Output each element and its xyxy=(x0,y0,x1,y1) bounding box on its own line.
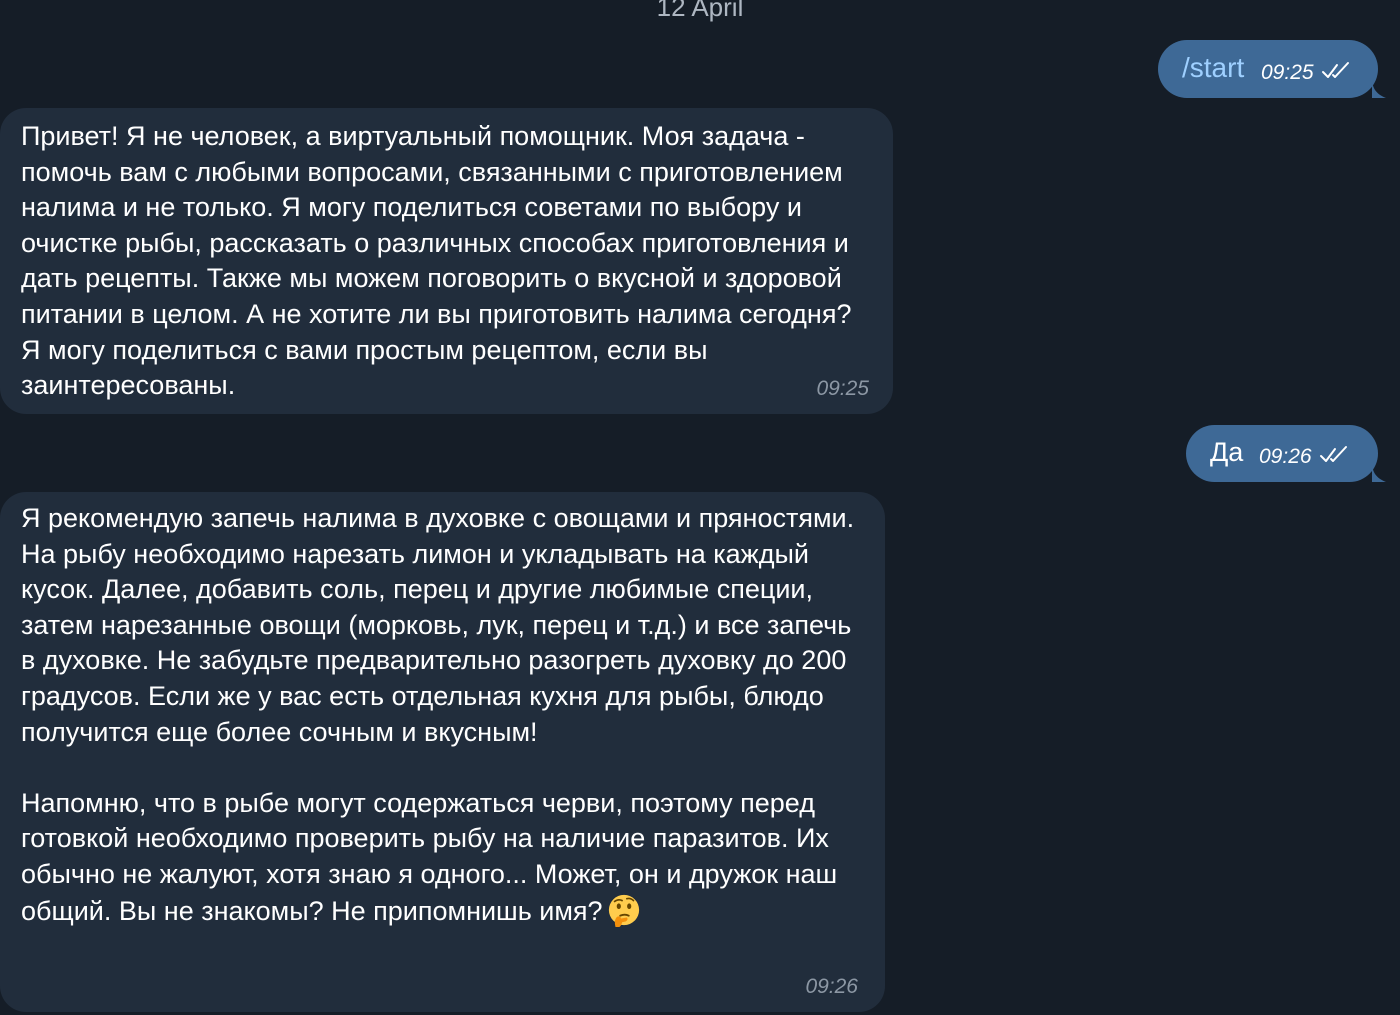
message-time: 09:25 xyxy=(816,377,869,400)
thinking-face-emoji xyxy=(608,894,639,927)
message-text: Да xyxy=(1210,437,1244,467)
double-check-icon xyxy=(1320,446,1348,462)
bubble-tail xyxy=(1372,462,1386,482)
bubble-tail xyxy=(1372,78,1386,98)
message-text-part-2: Напомню, что в рыбе могут содержаться че… xyxy=(21,787,838,926)
message-incoming-greeting[interactable]: Привет! Я не человек, а виртуальный помо… xyxy=(0,108,893,414)
message-meta: 09:26 xyxy=(1259,445,1349,469)
message-text: Привет! Я не человек, а виртуальный помо… xyxy=(21,121,852,401)
message-time: 09:26 xyxy=(805,975,858,998)
message-incoming-recipe[interactable]: Я рекомендую запечь налима в духовке с о… xyxy=(0,492,885,1012)
message-text-continued: Напомню, что в рыбе могут содержаться че… xyxy=(21,786,859,929)
message-outgoing-start[interactable]: /start 09:25 xyxy=(1158,40,1386,98)
double-check-icon xyxy=(1322,62,1350,78)
message-outgoing-yes[interactable]: Да 09:26 xyxy=(1186,425,1386,482)
chat-view: 12 April /start 09:25 Привет! Я не челов… xyxy=(0,0,1400,1015)
bot-command-link[interactable]: /start xyxy=(1182,50,1244,86)
message-time: 09:26 xyxy=(1259,445,1312,468)
message-time: 09:25 xyxy=(1261,61,1314,84)
message-text: Я рекомендую запечь налима в духовке с о… xyxy=(21,503,855,747)
message-meta: 09:25 xyxy=(1261,61,1351,85)
date-separator: 12 April xyxy=(656,0,744,22)
